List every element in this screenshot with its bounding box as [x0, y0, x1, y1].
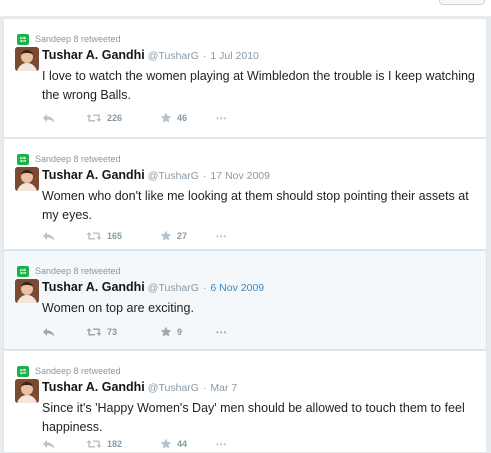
tweet-card[interactable]: Sandeep 8 retweeted Tushar A. Gandhi @Tu… — [3, 18, 487, 138]
retweet-count: 182 — [107, 439, 123, 449]
favorite-button[interactable]: 27 — [160, 230, 216, 242]
author-handle[interactable]: @TusharG — [148, 282, 199, 294]
reply-icon — [43, 328, 55, 337]
more-icon: ••• — [216, 113, 228, 123]
favorite-button[interactable]: 9 — [160, 326, 216, 338]
retweeted-context: Sandeep 8 retweeted — [17, 153, 121, 165]
separator-dot: · — [202, 50, 207, 62]
tweet-header: Tushar A. Gandhi @TusharG · 17 Nov 2009 — [42, 168, 270, 184]
author-name[interactable]: Tushar A. Gandhi — [42, 168, 145, 182]
timeline: Sandeep 8 retweeted Tushar A. Gandhi @Tu… — [3, 18, 487, 453]
more-button[interactable]: ••• — [216, 440, 227, 449]
tweet-actions: 182 44 ••• — [42, 437, 227, 451]
more-icon: ••• — [216, 231, 228, 241]
retweet-icon — [86, 232, 102, 240]
retweeted-by-text: Sandeep 8 retweeted — [35, 154, 121, 164]
retweet-button[interactable]: 226 — [86, 113, 160, 123]
reply-button[interactable] — [42, 439, 86, 449]
favorite-button[interactable]: 46 — [160, 112, 216, 124]
star-icon — [160, 326, 172, 337]
retweet-icon — [17, 265, 29, 277]
retweet-icon — [86, 114, 102, 122]
tweet-header: Tushar A. Gandhi @TusharG · Mar 7 — [42, 380, 237, 396]
favorite-count: 27 — [177, 231, 188, 241]
star-icon — [160, 112, 172, 123]
more-button[interactable]: ••• — [216, 232, 227, 241]
retweeted-by-text: Sandeep 8 retweeted — [35, 366, 121, 376]
retweet-button[interactable]: 73 — [86, 327, 160, 337]
tweet-card[interactable]: Sandeep 8 retweeted Tushar A. Gandhi @Tu… — [3, 250, 487, 350]
more-icon: ••• — [216, 327, 228, 337]
reply-button[interactable] — [42, 231, 86, 241]
retweeted-context: Sandeep 8 retweeted — [17, 365, 121, 377]
retweet-icon — [17, 153, 29, 165]
retweeted-context: Sandeep 8 retweeted — [17, 33, 121, 45]
retweet-icon — [86, 440, 102, 448]
retweet-count: 165 — [107, 231, 123, 241]
tweet-text: I love to watch the women playing at Wim… — [42, 69, 475, 102]
tweet-actions: 73 9 ••• — [42, 325, 227, 339]
favorite-button[interactable]: 44 — [160, 438, 216, 450]
reply-icon — [43, 440, 55, 449]
tweet-timestamp[interactable]: 1 Jul 2010 — [210, 50, 258, 62]
separator-dot: · — [202, 170, 207, 182]
separator-dot: · — [202, 282, 207, 294]
tweet-header: Tushar A. Gandhi @TusharG · 1 Jul 2010 — [42, 48, 259, 64]
star-icon — [160, 438, 172, 449]
top-tab[interactable] — [439, 0, 485, 5]
favorite-count: 46 — [177, 113, 188, 123]
tweet-text: Since it's 'Happy Women's Day' men shoul… — [42, 401, 465, 434]
avatar[interactable] — [15, 167, 39, 191]
top-bar — [0, 0, 491, 16]
tweet-text: Women on top are exciting. — [42, 301, 194, 315]
retweeted-by-text: Sandeep 8 retweeted — [35, 266, 121, 276]
retweet-count: 73 — [107, 327, 118, 337]
tweet-actions: 226 46 ••• — [42, 111, 227, 125]
retweeted-context: Sandeep 8 retweeted — [17, 265, 121, 277]
retweeted-by-text: Sandeep 8 retweeted — [35, 34, 121, 44]
reply-button[interactable] — [42, 113, 86, 123]
reply-icon — [43, 114, 55, 123]
tweet-timestamp[interactable]: 6 Nov 2009 — [210, 282, 264, 294]
tweet-card[interactable]: Sandeep 8 retweeted Tushar A. Gandhi @Tu… — [3, 138, 487, 250]
avatar[interactable] — [15, 279, 39, 303]
retweet-count: 226 — [107, 113, 123, 123]
star-icon — [160, 230, 172, 241]
reply-button[interactable] — [42, 327, 86, 337]
tweet-timestamp[interactable]: 17 Nov 2009 — [210, 170, 270, 182]
tweet-text: Women who don't like me looking at them … — [42, 189, 469, 222]
retweet-button[interactable]: 165 — [86, 231, 160, 241]
favorite-count: 44 — [177, 439, 188, 449]
retweet-icon — [17, 365, 29, 377]
author-handle[interactable]: @TusharG — [148, 50, 199, 62]
retweet-icon — [86, 328, 102, 336]
author-name[interactable]: Tushar A. Gandhi — [42, 48, 145, 62]
favorite-count: 9 — [177, 327, 183, 337]
retweet-button[interactable]: 182 — [86, 439, 160, 449]
avatar[interactable] — [15, 47, 39, 71]
reply-icon — [43, 232, 55, 241]
tweet-actions: 165 27 ••• — [42, 229, 227, 243]
retweet-icon — [17, 33, 29, 45]
separator-dot: · — [202, 382, 207, 394]
more-icon: ••• — [216, 439, 228, 449]
author-name[interactable]: Tushar A. Gandhi — [42, 380, 145, 394]
more-button[interactable]: ••• — [216, 114, 227, 123]
tweet-header: Tushar A. Gandhi @TusharG · 6 Nov 2009 — [42, 280, 264, 296]
more-button[interactable]: ••• — [216, 328, 227, 337]
tweet-card[interactable]: Sandeep 8 retweeted Tushar A. Gandhi @Tu… — [3, 350, 487, 453]
author-handle[interactable]: @TusharG — [148, 382, 199, 394]
avatar[interactable] — [15, 379, 39, 403]
author-name[interactable]: Tushar A. Gandhi — [42, 280, 145, 294]
tweet-timestamp[interactable]: Mar 7 — [210, 382, 237, 394]
author-handle[interactable]: @TusharG — [148, 170, 199, 182]
